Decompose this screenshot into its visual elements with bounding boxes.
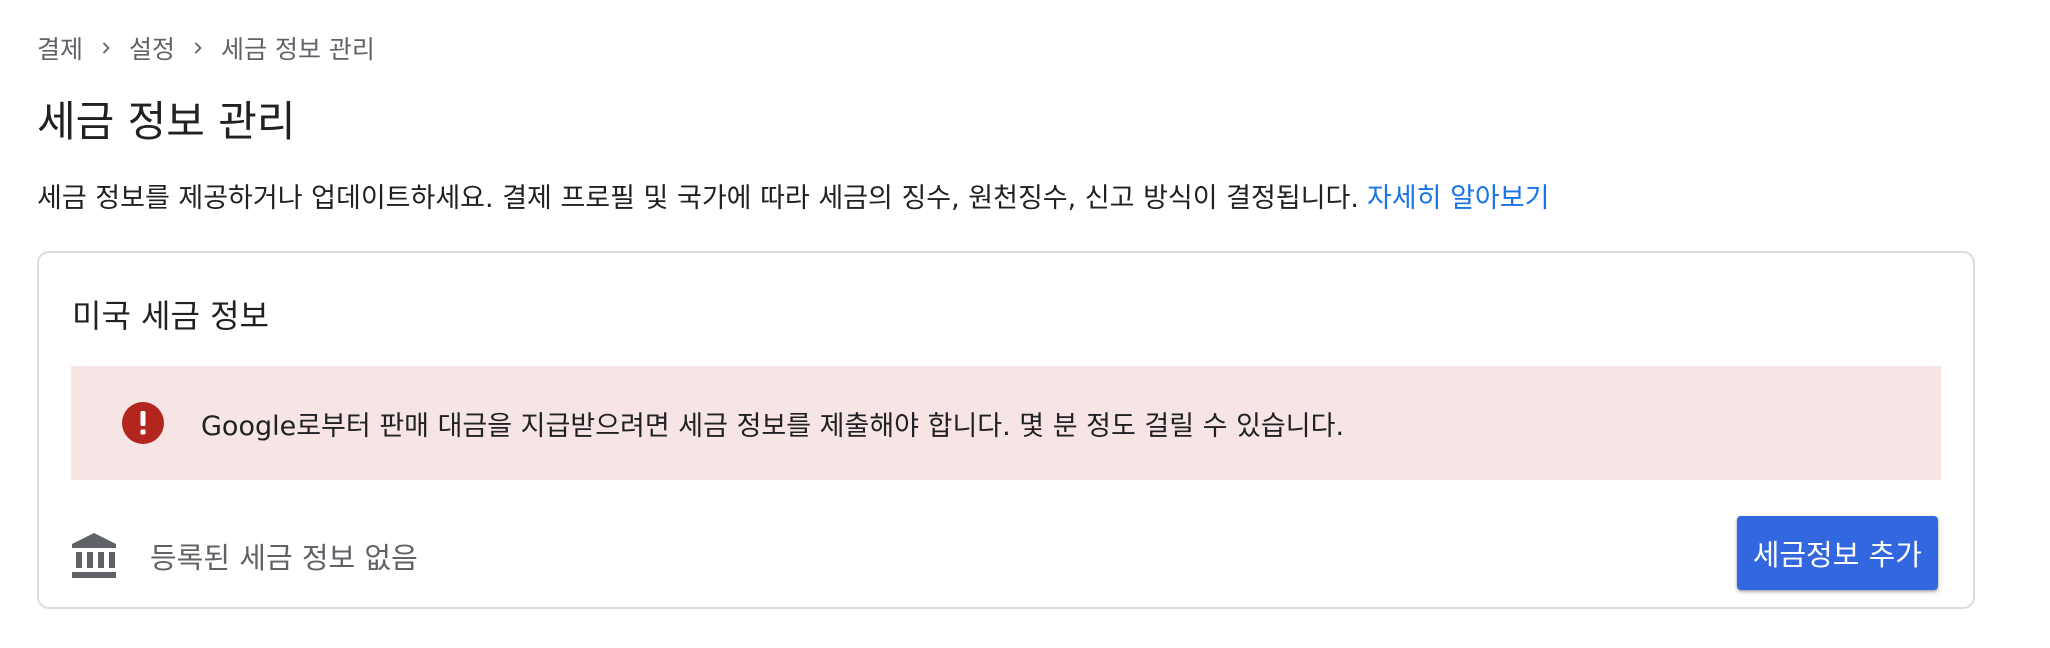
page-description: 세금 정보를 제공하거나 업데이트하세요. 결제 프로필 및 국가에 따라 세금… xyxy=(37,176,1549,215)
description-text: 세금 정보를 제공하거나 업데이트하세요. 결제 프로필 및 국가에 따라 세금… xyxy=(37,183,1359,214)
breadcrumb-item-current: 세금 정보 관리 xyxy=(221,35,375,64)
alert-message: Google로부터 판매 대금을 지급받으려면 세금 정보를 제출해야 합니다.… xyxy=(201,411,1345,442)
empty-tax-info-row: 등록된 세금 정보 없음 xyxy=(72,528,418,584)
chevron-right-icon xyxy=(185,39,211,57)
empty-state-text: 등록된 세금 정보 없음 xyxy=(150,541,418,575)
page-title: 세금 정보 관리 xyxy=(37,97,296,146)
learn-more-link[interactable]: 자세히 알아보기 xyxy=(1367,183,1549,214)
bank-icon xyxy=(72,533,116,579)
card-title: 미국 세금 정보 xyxy=(72,297,269,335)
add-tax-info-button[interactable]: 세금정보 추가 xyxy=(1736,516,1938,590)
error-icon xyxy=(122,402,164,444)
tax-info-required-alert: Google로부터 판매 대금을 지급받으려면 세금 정보를 제출해야 합니다.… xyxy=(71,366,1941,480)
breadcrumb-item-payments[interactable]: 결제 xyxy=(37,30,83,66)
breadcrumb: 결제 설정 세금 정보 관리 xyxy=(37,30,375,66)
chevron-right-icon xyxy=(93,39,119,57)
breadcrumb-item-settings[interactable]: 설정 xyxy=(129,30,175,66)
us-tax-info-card: 미국 세금 정보 Google로부터 판매 대금을 지급받으려면 세금 정보를 … xyxy=(37,251,1975,609)
